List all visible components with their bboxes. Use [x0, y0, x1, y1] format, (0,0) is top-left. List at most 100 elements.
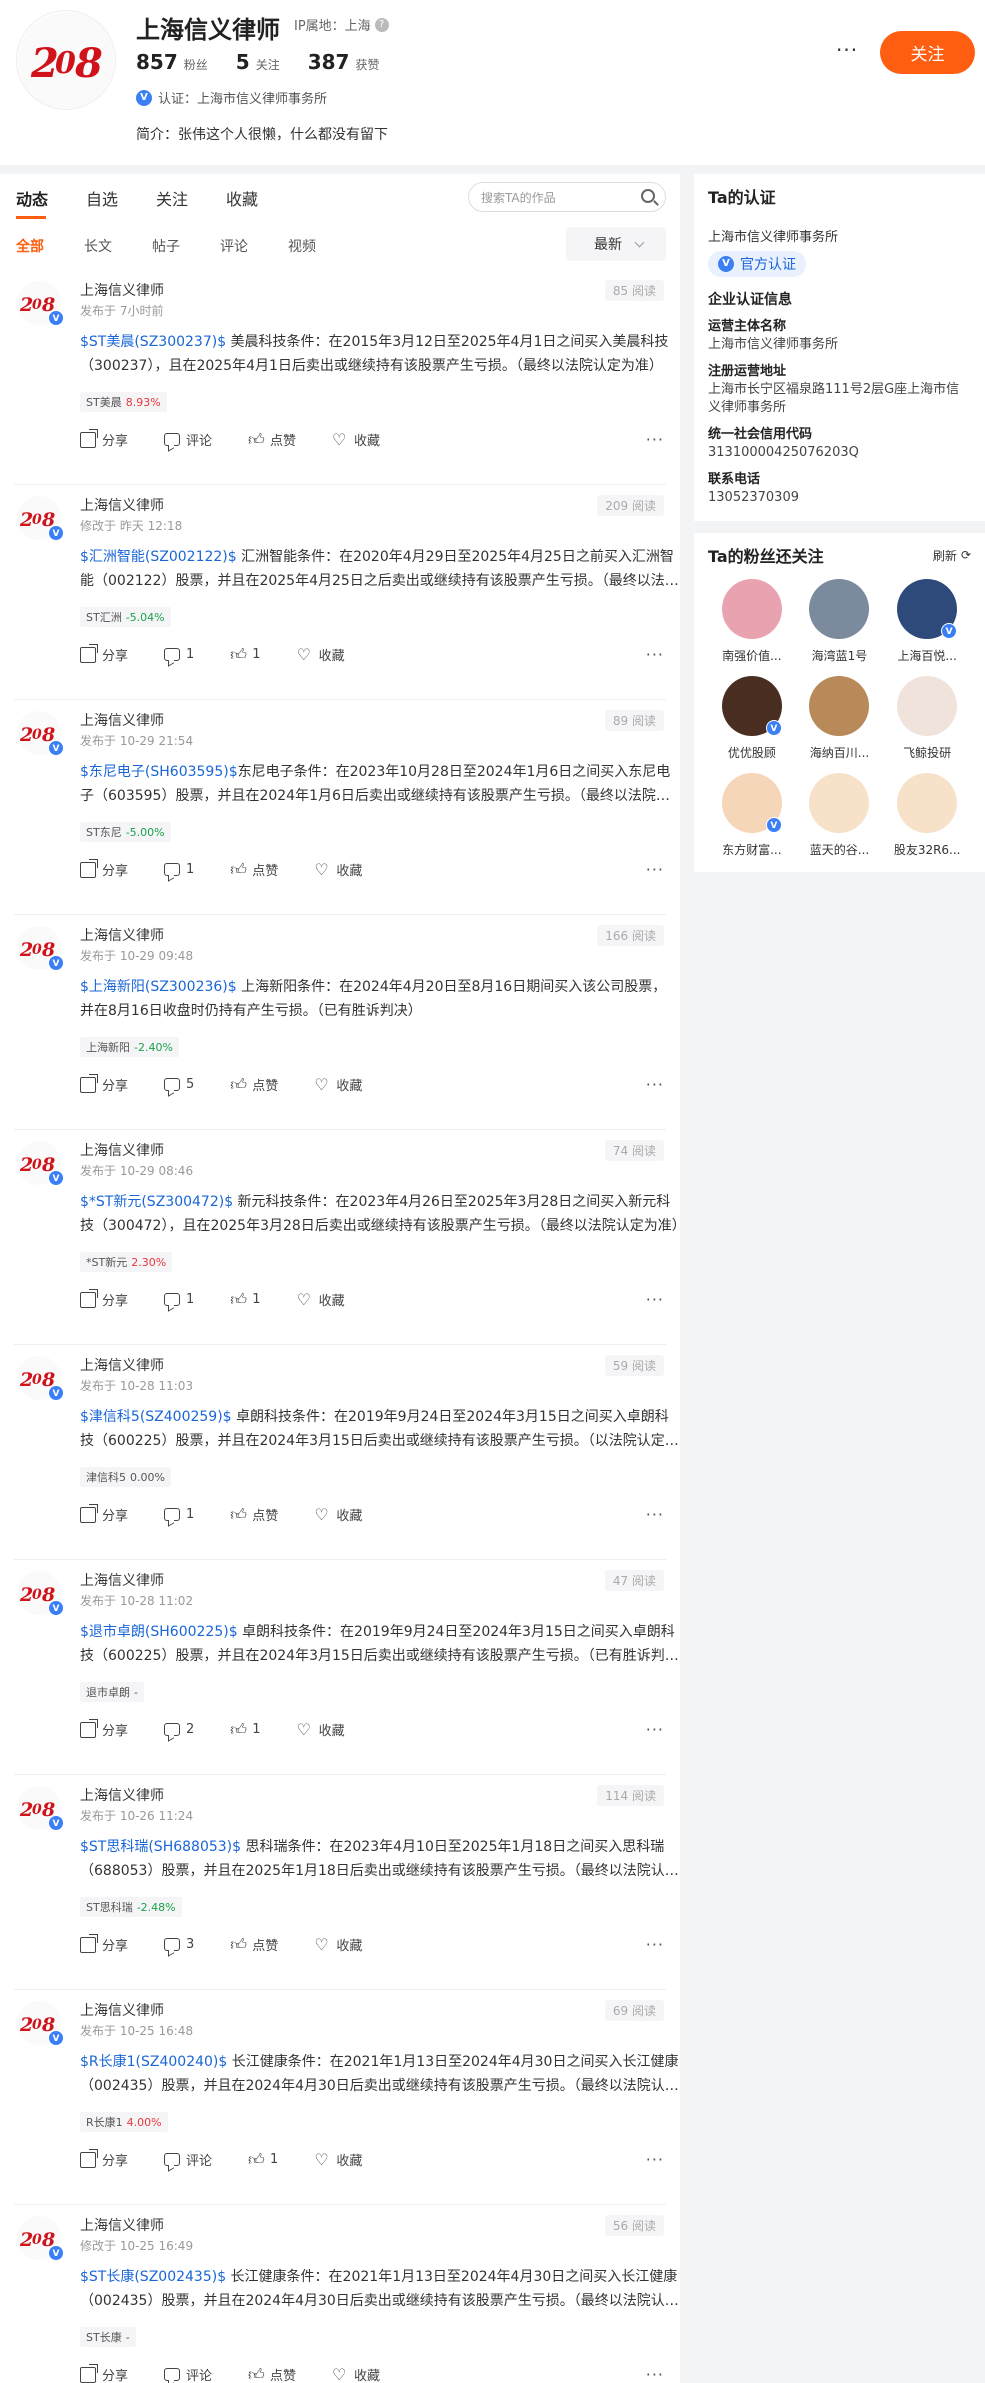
filter-long[interactable]: 长文	[84, 236, 112, 256]
fan-name[interactable]: 飞鲸投研	[887, 744, 967, 761]
share-button[interactable]: 分享	[80, 2148, 128, 2169]
share-button[interactable]: 分享	[80, 2363, 128, 2383]
fan-item[interactable]: 南强价值...	[708, 579, 796, 664]
comment-button[interactable]: 1	[164, 1505, 194, 1524]
stock-tag[interactable]: ST东尼 -5.00%	[80, 822, 171, 842]
post-item[interactable]: 2 0 8 V 上海信义律师 发布于 10-28 11:03 59 阅读 $津信科5(SZ40…	[14, 1345, 679, 1560]
post-author[interactable]: 上海信义律师	[80, 710, 164, 730]
post-author[interactable]: 上海信义律师	[80, 2215, 164, 2235]
refresh-button[interactable]: 刷新 ⟳	[933, 547, 971, 564]
post-author[interactable]: 上海信义律师	[80, 495, 164, 515]
post-author[interactable]: 上海信义律师	[80, 1785, 164, 1805]
fan-avatar[interactable]	[721, 579, 782, 639]
stat-following[interactable]: 5 关注	[236, 50, 280, 74]
stock-link[interactable]: $ST思科瑞(SH688053)$	[80, 1839, 241, 1855]
profile-avatar[interactable]: 2 0 8	[16, 10, 116, 110]
share-button[interactable]: 分享	[80, 1288, 128, 1309]
share-button[interactable]: 分享	[80, 858, 128, 879]
fan-avatar[interactable]: V	[721, 676, 782, 736]
tab-following[interactable]: 关注	[156, 186, 188, 219]
more-icon[interactable]: ···	[646, 645, 664, 664]
post-text[interactable]: $R长康1(SZ400240)$ 长江健康条件：在2021年1月13日至2024…	[80, 2050, 680, 2098]
comment-button[interactable]: 评论	[164, 430, 212, 449]
more-icon[interactable]: ···	[646, 430, 664, 449]
stock-tag[interactable]: R长康1 4.00%	[80, 2112, 168, 2132]
more-icon[interactable]: ···	[646, 1935, 664, 1954]
fan-item[interactable]: 飞鲸投研	[883, 676, 971, 761]
post-item[interactable]: 2 0 8 V 上海信义律师 发布于 10-29 21:54 89 阅读 $东尼电子(SH60…	[14, 700, 670, 915]
more-icon[interactable]: ···	[646, 1720, 664, 1739]
more-icon[interactable]: ···	[646, 860, 664, 879]
comment-button[interactable]: 1	[164, 1290, 194, 1309]
share-button[interactable]: 分享	[80, 1503, 128, 1524]
favorite-button[interactable]: ♡ 收藏	[314, 2150, 362, 2169]
stock-link[interactable]: $ST美晨(SZ300237)$	[80, 334, 226, 350]
share-button[interactable]: 分享	[80, 428, 128, 449]
comment-button[interactable]: 2	[164, 1720, 194, 1739]
post-author[interactable]: 上海信义律师	[80, 2000, 164, 2020]
post-text[interactable]: $东尼电子(SH603595)$东尼电子条件：在2023年10月28日至2024…	[80, 760, 680, 808]
share-button[interactable]: 分享	[80, 1073, 128, 1094]
filter-video[interactable]: 视频	[288, 236, 316, 256]
comment-button[interactable]: 评论	[164, 2150, 212, 2169]
share-button[interactable]: 分享	[80, 1933, 128, 1954]
comment-button[interactable]: 1	[164, 645, 194, 664]
like-button[interactable]: 👍︎ 1	[230, 1290, 260, 1309]
fan-avatar[interactable]	[809, 676, 870, 736]
more-icon[interactable]: ···	[646, 1290, 664, 1309]
like-button[interactable]: 👍︎ 点赞	[230, 1935, 278, 1954]
post-author[interactable]: 上海信义律师	[80, 280, 164, 300]
stat-fans[interactable]: 857 粉丝	[136, 50, 208, 74]
post-item[interactable]: 2 0 8 V 上海信义律师 修改于 10-25 16:49 56 阅读 $ST长康(SZ00…	[14, 2205, 679, 2383]
tab-favorites[interactable]: 收藏	[226, 186, 258, 219]
more-icon[interactable]: ···	[836, 38, 858, 62]
like-button[interactable]: 👍︎ 1	[230, 645, 260, 664]
post-text[interactable]: $*ST新元(SZ300472)$ 新元科技条件：在2023年4月26日至202…	[80, 1190, 680, 1238]
stock-link[interactable]: $东尼电子(SH603595)$	[80, 764, 238, 780]
stock-tag[interactable]: ST思科瑞 -2.48%	[80, 1897, 182, 1917]
fan-avatar[interactable]	[809, 773, 870, 833]
fan-name[interactable]: 蓝天的谷...	[799, 841, 879, 858]
post-author[interactable]: 上海信义律师	[80, 925, 164, 945]
search-icon[interactable]	[641, 189, 655, 203]
stock-link[interactable]: $上海新阳(SZ300236)$	[80, 979, 237, 995]
post-author[interactable]: 上海信义律师	[80, 1140, 164, 1160]
help-icon[interactable]: ?	[374, 17, 389, 32]
comment-button[interactable]: 评论	[164, 2365, 212, 2383]
fan-item[interactable]: 股友32R6...	[883, 773, 971, 858]
like-button[interactable]: 👍︎ 点赞	[248, 2365, 296, 2383]
fan-avatar[interactable]	[897, 676, 958, 736]
post-text[interactable]: $ST思科瑞(SH688053)$ 思科瑞条件：在2023年4月10日至2025…	[80, 1835, 680, 1883]
fan-item[interactable]: V 优优股顾	[708, 676, 796, 761]
stock-tag[interactable]: 上海新阳 -2.40%	[80, 1037, 179, 1057]
comment-button[interactable]: 3	[164, 1935, 194, 1954]
fan-avatar[interactable]: V	[897, 579, 958, 639]
stock-link[interactable]: $*ST新元(SZ300472)$	[80, 1194, 233, 1210]
filter-all[interactable]: 全部	[16, 236, 44, 256]
stock-tag[interactable]: ST美晨 8.93%	[80, 392, 167, 412]
post-item[interactable]: 2 0 8 V 上海信义律师 发布于 7小时前 85 阅读 $ST美晨(SZ300237)$ …	[14, 270, 668, 485]
favorite-button[interactable]: ♡ 收藏	[297, 645, 345, 664]
comment-button[interactable]: 1	[164, 860, 194, 879]
stock-tag[interactable]: ST汇洲 -5.04%	[80, 607, 171, 627]
stock-link[interactable]: $ST长康(SZ002435)$	[80, 2269, 226, 2285]
post-text[interactable]: $ST长康(SZ002435)$ 长江健康条件：在2021年1月13日至2024…	[80, 2265, 680, 2313]
like-button[interactable]: 👍︎ 1	[230, 1720, 260, 1739]
post-item[interactable]: 2 0 8 V 上海信义律师 发布于 10-26 11:24 114 阅读 $ST思科瑞(SH…	[14, 1775, 679, 1990]
post-item[interactable]: 2 0 8 V 上海信义律师 修改于 昨天 12:18 209 阅读 $汇洲智能(SZ0021…	[14, 485, 679, 700]
more-icon[interactable]: ···	[646, 1505, 664, 1524]
more-icon[interactable]: ···	[646, 2150, 664, 2169]
fan-name[interactable]: 股友32R6...	[887, 841, 967, 858]
fan-avatar[interactable]: V	[721, 773, 782, 833]
post-author[interactable]: 上海信义律师	[80, 1355, 164, 1375]
post-item[interactable]: 2 0 8 V 上海信义律师 发布于 10-29 08:46 74 阅读 $*ST新元(SZ3…	[14, 1130, 680, 1345]
favorite-button[interactable]: ♡ 收藏	[314, 1075, 362, 1094]
post-item[interactable]: 2 0 8 V 上海信义律师 发布于 10-28 11:02 47 阅读 $退市卓朗(SH60…	[14, 1560, 675, 1775]
stock-link[interactable]: $津信科5(SZ400259)$	[80, 1409, 232, 1425]
post-text[interactable]: $退市卓朗(SH600225)$ 卓朗科技条件：在2019年9月24日至2024…	[80, 1620, 680, 1668]
comment-button[interactable]: 5	[164, 1075, 194, 1094]
like-button[interactable]: 👍︎ 点赞	[230, 1505, 278, 1524]
fan-item[interactable]: 蓝天的谷...	[796, 773, 884, 858]
more-icon[interactable]: ···	[646, 1075, 664, 1094]
follow-button[interactable]: 关注	[880, 31, 975, 74]
